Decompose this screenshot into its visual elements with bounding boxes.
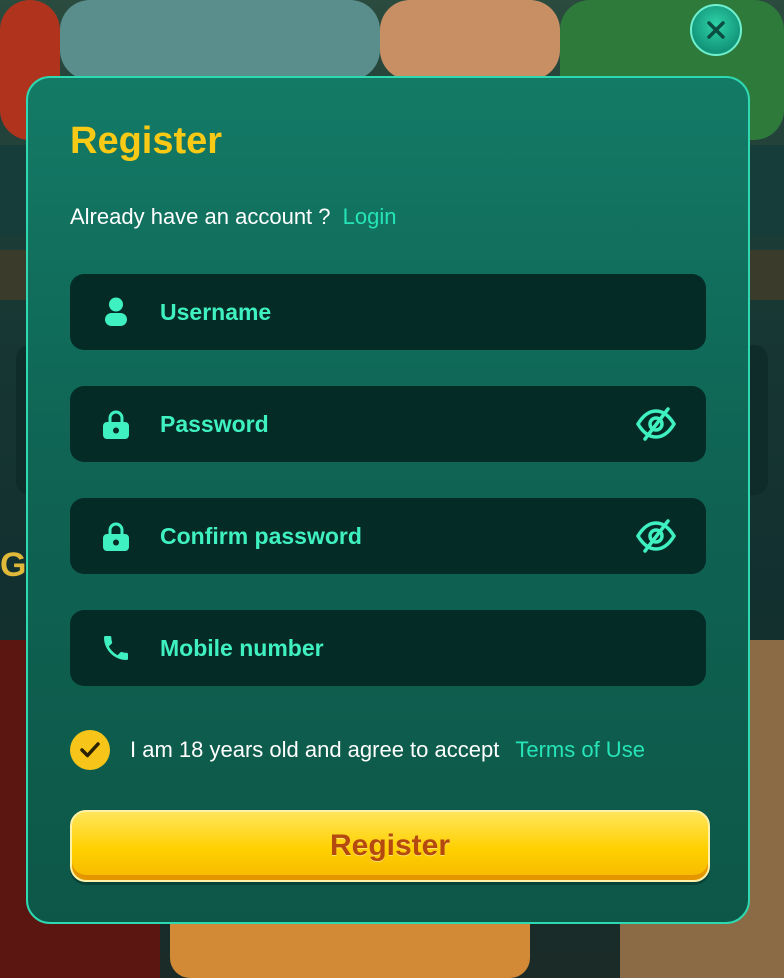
checkmark-icon [80,742,100,758]
close-button[interactable] [690,4,742,56]
account-prompt-text: Already have an account ? [70,204,331,229]
confirm-password-input[interactable] [160,498,600,574]
username-input[interactable] [160,274,600,350]
register-button-label: Register [329,829,451,862]
confirm-password-field[interactable] [70,498,706,574]
lock-icon [100,408,132,440]
eye-off-icon[interactable] [634,518,678,554]
close-icon [707,21,725,39]
lock-icon [100,520,132,552]
register-button[interactable]: Register [70,810,710,882]
terms-agreement-row: I am 18 years old and agree to accept Te… [70,730,645,770]
modal-title: Register [70,120,223,162]
background-edge-letter: G [0,546,27,584]
login-link[interactable]: Login [343,204,397,229]
password-input[interactable] [160,386,600,462]
phone-icon [100,632,132,664]
background-art [380,0,560,80]
password-field[interactable] [70,386,706,462]
mobile-number-field[interactable] [70,610,706,686]
register-modal: Register Already have an account ? Login [26,76,750,924]
mobile-number-input[interactable] [160,610,600,686]
user-icon [100,296,132,328]
account-prompt-line: Already have an account ? Login [70,204,396,230]
eye-off-icon[interactable] [634,406,678,442]
background-art [60,0,380,80]
terms-of-use-link[interactable]: Terms of Use [515,737,645,763]
username-field[interactable] [70,274,706,350]
agree-text: I am 18 years old and agree to accept [130,737,500,762]
agree-checkbox[interactable] [70,730,110,770]
